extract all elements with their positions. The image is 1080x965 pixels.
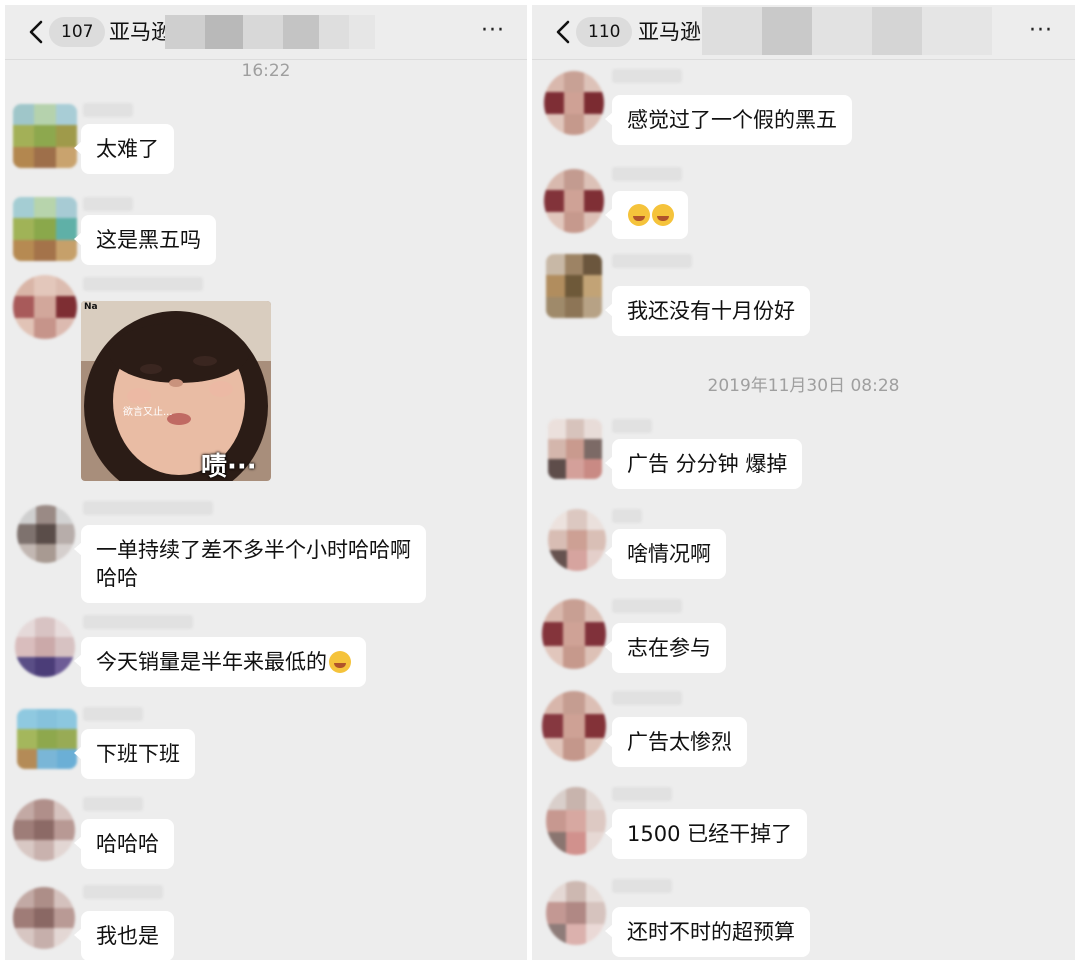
blurred-nickname xyxy=(612,879,672,893)
blurred-nickname xyxy=(83,885,163,899)
message-bubble[interactable]: 太难了 xyxy=(74,124,174,174)
avatar[interactable] xyxy=(548,419,602,479)
blurred-nickname xyxy=(83,615,193,629)
more-options-icon[interactable]: ··· xyxy=(1029,19,1053,43)
message-bubble[interactable]: 这是黑五吗 xyxy=(74,215,216,265)
message-bubble[interactable]: 广告 分分钟 爆掉 xyxy=(604,439,803,489)
message-bubble[interactable]: 感觉过了一个假的黑五 xyxy=(605,95,852,145)
blurred-nickname xyxy=(83,277,203,291)
blurred-nickname xyxy=(612,167,682,181)
blurred-nickname xyxy=(612,787,672,801)
message-bubble[interactable]: 下班下班 xyxy=(74,729,195,779)
message-text: 今天销量是半年来最低的 xyxy=(96,650,327,674)
grin-squint-icon xyxy=(628,204,650,226)
message-bubble[interactable]: 我还没有十月份好 xyxy=(605,286,810,336)
message-bubble[interactable]: 今天销量是半年来最低的 xyxy=(74,637,366,687)
blurred-nickname xyxy=(83,197,133,211)
message-bubble[interactable]: 一单持续了差不多半个小时哈哈啊 哈哈 xyxy=(74,525,426,603)
blurred-nickname xyxy=(612,509,642,523)
chat-window-left: 107 亚马逊 ··· 16:22 太难了 这是黑五吗 Na 欲言又止... 啧… xyxy=(5,5,527,960)
sticker-big-text: 啧··· xyxy=(201,452,257,481)
unread-count-badge[interactable]: 110 xyxy=(576,17,633,47)
blurred-nickname xyxy=(612,69,682,83)
message-bubble[interactable] xyxy=(605,191,688,239)
unread-count-badge[interactable]: 107 xyxy=(49,17,106,47)
sticker-caption: 欲言又止... xyxy=(123,407,173,418)
message-bubble[interactable]: 我也是 xyxy=(74,911,174,960)
avatar[interactable] xyxy=(542,691,606,761)
blurred-title-text xyxy=(165,15,375,49)
avatar[interactable] xyxy=(546,254,602,318)
blurred-nickname xyxy=(83,797,143,811)
nav-bar: 107 亚马逊 ··· xyxy=(5,5,527,60)
message-bubble[interactable]: 啥情况啊 xyxy=(605,529,726,579)
back-arrow-icon[interactable] xyxy=(552,19,574,45)
message-bubble[interactable]: 哈哈哈 xyxy=(74,819,174,869)
avatar[interactable] xyxy=(546,881,606,945)
chat-title: 亚马逊 xyxy=(109,20,172,44)
blurred-nickname xyxy=(612,419,652,433)
message-bubble[interactable]: 1500 已经干掉了 xyxy=(604,809,808,859)
blurred-title-text xyxy=(702,7,992,55)
message-line: 一单持续了差不多半个小时哈哈啊 xyxy=(96,538,411,562)
blurred-nickname xyxy=(83,707,143,721)
avatar[interactable] xyxy=(548,509,606,571)
blurred-nickname xyxy=(612,254,692,268)
avatar[interactable] xyxy=(544,71,604,135)
message-bubble[interactable]: 广告太惨烈 xyxy=(605,717,747,767)
timestamp: 16:22 xyxy=(241,61,291,81)
more-options-icon[interactable]: ··· xyxy=(481,19,505,43)
avatar[interactable] xyxy=(13,887,75,949)
avatar[interactable] xyxy=(17,505,75,563)
avatar[interactable] xyxy=(546,787,606,855)
nav-bar: 110 亚马逊 ··· xyxy=(532,5,1075,60)
chat-window-right: 110 亚马逊 ··· 感觉过了一个假的黑五 我还没有十月份好 2019年11月… xyxy=(532,5,1075,960)
grin-squint-icon xyxy=(652,204,674,226)
blurred-nickname xyxy=(612,599,682,613)
blurred-nickname xyxy=(83,103,133,117)
avatar[interactable] xyxy=(542,599,606,669)
avatar[interactable] xyxy=(544,169,604,233)
sticker-label: Na xyxy=(84,302,98,312)
avatar[interactable] xyxy=(15,617,75,677)
blurred-nickname xyxy=(612,691,682,705)
avatar[interactable] xyxy=(13,197,77,261)
timestamp: 2019年11月30日 08:28 xyxy=(707,376,900,396)
message-bubble[interactable]: 志在参与 xyxy=(605,623,726,673)
message-line: 哈哈 xyxy=(96,566,138,590)
avatar[interactable] xyxy=(13,799,75,861)
cry-laugh-icon xyxy=(329,651,351,673)
avatar[interactable] xyxy=(13,275,77,339)
message-bubble[interactable]: 还时不时的超预算 xyxy=(605,907,810,957)
sticker-image[interactable]: Na 欲言又止... 啧··· xyxy=(81,301,271,481)
blurred-nickname xyxy=(83,501,213,515)
avatar[interactable] xyxy=(13,104,77,168)
back-arrow-icon[interactable] xyxy=(25,19,47,45)
chat-title: 亚马逊 xyxy=(638,20,701,44)
avatar[interactable] xyxy=(17,709,77,769)
